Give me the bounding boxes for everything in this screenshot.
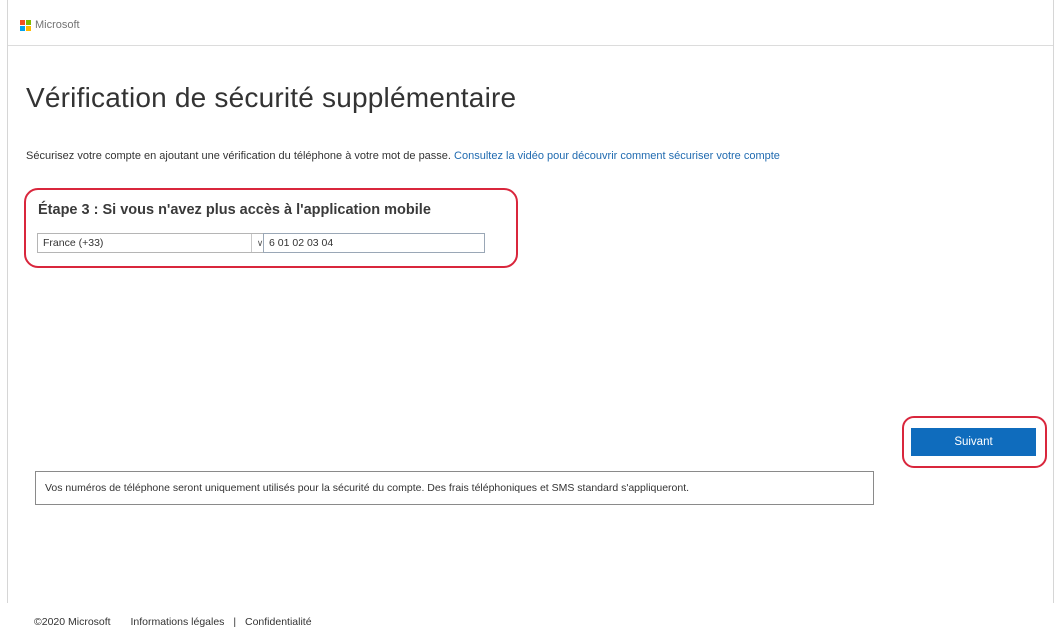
brand-name: Microsoft bbox=[35, 19, 80, 31]
footer: ©2020 Microsoft Informations légales | C… bbox=[34, 616, 312, 628]
privacy-link[interactable]: Confidentialité bbox=[245, 616, 312, 628]
top-bar: Microsoft bbox=[8, 0, 1053, 46]
legal-link[interactable]: Informations légales bbox=[130, 616, 224, 628]
phone-usage-notice: Vos numéros de téléphone seront uniqueme… bbox=[35, 471, 874, 505]
microsoft-logo-icon bbox=[20, 19, 31, 31]
intro-text: Sécurisez votre compte en ajoutant une v… bbox=[26, 150, 780, 162]
copyright: ©2020 Microsoft bbox=[34, 616, 111, 628]
next-button[interactable]: Suivant bbox=[911, 428, 1036, 456]
intro-description: Sécurisez votre compte en ajoutant une v… bbox=[26, 150, 451, 162]
microsoft-logo: Microsoft bbox=[20, 19, 80, 31]
page-title: Vérification de sécurité supplémentaire bbox=[26, 82, 517, 113]
step-3-section: Étape 3 : Si vous n'avez plus accès à l'… bbox=[24, 188, 518, 268]
next-button-highlight: Suivant bbox=[902, 416, 1047, 468]
country-selected-value: France (+33) bbox=[43, 237, 104, 249]
video-link[interactable]: Consultez la vidéo pour découvrir commen… bbox=[454, 150, 780, 162]
country-code-select[interactable]: France (+33) ∨ bbox=[37, 233, 269, 253]
phone-number-input[interactable] bbox=[263, 233, 485, 253]
step-title: Étape 3 : Si vous n'avez plus accès à l'… bbox=[38, 202, 431, 218]
footer-separator: | bbox=[233, 616, 237, 628]
